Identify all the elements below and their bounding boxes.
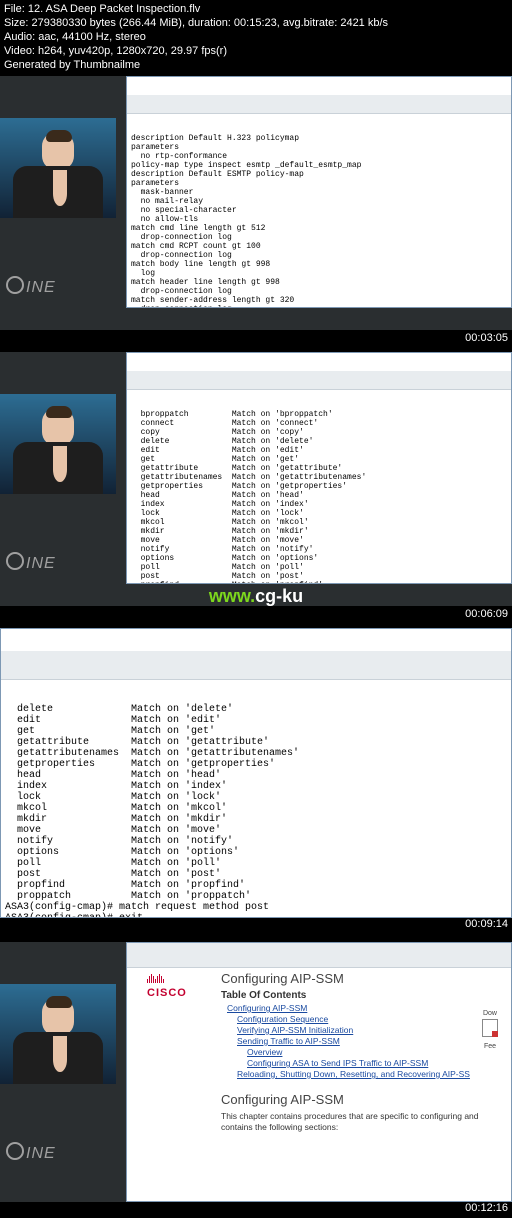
terminal-menubar	[1, 651, 511, 680]
browser-window: CISCO Configuring AIP-SSM Table Of Conte…	[126, 942, 512, 1202]
pdf-icon	[482, 1019, 498, 1037]
terminal-text: bproppatch Match on 'bproppatch' connect…	[131, 410, 366, 584]
terminal-window-2: bproppatch Match on 'bproppatch' connect…	[126, 352, 512, 584]
doc-title: Configuring AIP-SSM	[221, 973, 503, 984]
thumbnail-2: INE bproppatch Match on 'bproppatch' con…	[0, 352, 512, 606]
toc-link[interactable]: Sending Traffic to AIP-SSM	[237, 1036, 340, 1046]
terminal-titlebar	[127, 371, 511, 390]
toc-link[interactable]: Reloading, Shutting Down, Resetting, and…	[237, 1069, 470, 1079]
terminal-titlebar	[127, 95, 511, 114]
toc-link[interactable]: Configuring ASA to Send IPS Traffic to A…	[247, 1058, 428, 1068]
ine-logo: INE	[6, 1142, 56, 1163]
ine-logo: INE	[6, 276, 56, 297]
terminal-text: description Default H.323 policymap para…	[131, 134, 361, 308]
terminal-window-3: delete Match on 'delete' edit Match on '…	[0, 628, 512, 918]
thumbnail-4: INE CISCO Configuring AIP-SSM Table Of C…	[0, 942, 512, 1202]
ine-logo: INE	[6, 552, 56, 573]
presenter	[0, 394, 116, 494]
timestamp-4: 00:12:16	[465, 1202, 508, 1214]
presenter	[0, 118, 116, 218]
thumbnail-1: INE description Default H.323 policymap …	[0, 76, 512, 330]
download-box[interactable]: DowFee	[473, 1008, 507, 1052]
thumbnail-3: delete Match on 'delete' edit Match on '…	[0, 628, 512, 918]
toc-link[interactable]: Overview	[247, 1047, 282, 1057]
terminal-window-1: description Default H.323 policymap para…	[126, 76, 512, 308]
toc-heading: Table Of Contents	[221, 990, 503, 1001]
toc-link[interactable]: Verifying AIP-SSM Initialization	[237, 1025, 353, 1035]
section-heading: Configuring AIP-SSM	[221, 1094, 503, 1105]
body-text: This chapter contains procedures that ar…	[221, 1111, 503, 1133]
video-metadata: File: 12. ASA Deep Packet Inspection.flv…	[4, 2, 388, 72]
timestamp-1: 00:03:05	[465, 332, 508, 344]
timestamp-3: 00:09:14	[465, 918, 508, 930]
presenter	[0, 984, 116, 1084]
timestamp-2: 00:06:09	[465, 608, 508, 620]
toc-link[interactable]: Configuring AIP-SSM	[227, 1003, 307, 1013]
terminal-text: delete Match on 'delete' edit Match on '…	[5, 704, 299, 918]
browser-toolbar	[127, 943, 511, 968]
toc-link[interactable]: Configuration Sequence	[237, 1014, 328, 1024]
watermark: www.cg-ku	[209, 586, 303, 607]
